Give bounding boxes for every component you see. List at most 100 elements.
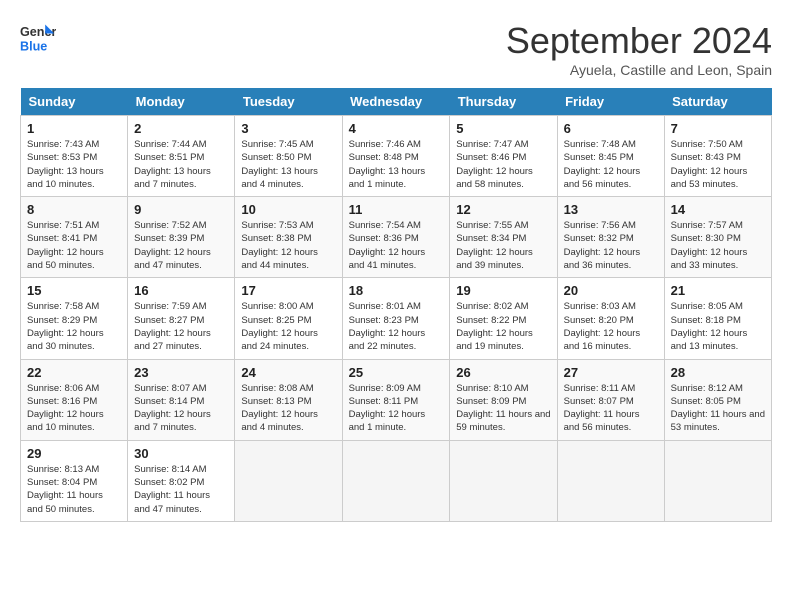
calendar-cell: 18 Sunrise: 8:01 AM Sunset: 8:23 PM Dayl…: [342, 278, 450, 359]
day-number: 5: [456, 121, 550, 136]
calendar-cell: 20 Sunrise: 8:03 AM Sunset: 8:20 PM Dayl…: [557, 278, 664, 359]
day-info: Sunrise: 8:02 AM Sunset: 8:22 PM Dayligh…: [456, 300, 550, 353]
day-number: 1: [27, 121, 121, 136]
day-number: 7: [671, 121, 765, 136]
day-info: Sunrise: 7:56 AM Sunset: 8:32 PM Dayligh…: [564, 219, 658, 272]
calendar-cell: 14 Sunrise: 7:57 AM Sunset: 8:30 PM Dayl…: [664, 197, 771, 278]
day-info: Sunrise: 8:10 AM Sunset: 8:09 PM Dayligh…: [456, 382, 550, 435]
day-number: 30: [134, 446, 228, 461]
page-header: General Blue September 2024 Ayuela, Cast…: [20, 20, 772, 78]
calendar-table: SundayMondayTuesdayWednesdayThursdayFrid…: [20, 88, 772, 522]
calendar-cell: [235, 440, 342, 521]
calendar-cell: 2 Sunrise: 7:44 AM Sunset: 8:51 PM Dayli…: [128, 116, 235, 197]
day-number: 14: [671, 202, 765, 217]
day-info: Sunrise: 7:51 AM Sunset: 8:41 PM Dayligh…: [27, 219, 121, 272]
day-info: Sunrise: 8:00 AM Sunset: 8:25 PM Dayligh…: [241, 300, 335, 353]
day-number: 3: [241, 121, 335, 136]
day-info: Sunrise: 8:09 AM Sunset: 8:11 PM Dayligh…: [349, 382, 444, 435]
day-info: Sunrise: 8:12 AM Sunset: 8:05 PM Dayligh…: [671, 382, 765, 435]
weekday-header-tuesday: Tuesday: [235, 88, 342, 116]
calendar-cell: 15 Sunrise: 7:58 AM Sunset: 8:29 PM Dayl…: [21, 278, 128, 359]
calendar-cell: 26 Sunrise: 8:10 AM Sunset: 8:09 PM Dayl…: [450, 359, 557, 440]
day-info: Sunrise: 8:07 AM Sunset: 8:14 PM Dayligh…: [134, 382, 228, 435]
calendar-cell: 25 Sunrise: 8:09 AM Sunset: 8:11 PM Dayl…: [342, 359, 450, 440]
day-info: Sunrise: 7:47 AM Sunset: 8:46 PM Dayligh…: [456, 138, 550, 191]
day-info: Sunrise: 8:14 AM Sunset: 8:02 PM Dayligh…: [134, 463, 228, 516]
day-number: 4: [349, 121, 444, 136]
day-number: 12: [456, 202, 550, 217]
calendar-cell: 27 Sunrise: 8:11 AM Sunset: 8:07 PM Dayl…: [557, 359, 664, 440]
calendar-cell: 24 Sunrise: 8:08 AM Sunset: 8:13 PM Dayl…: [235, 359, 342, 440]
calendar-cell: 7 Sunrise: 7:50 AM Sunset: 8:43 PM Dayli…: [664, 116, 771, 197]
calendar-cell: 6 Sunrise: 7:48 AM Sunset: 8:45 PM Dayli…: [557, 116, 664, 197]
day-info: Sunrise: 7:48 AM Sunset: 8:45 PM Dayligh…: [564, 138, 658, 191]
calendar-cell: [557, 440, 664, 521]
day-number: 19: [456, 283, 550, 298]
calendar-week-2: 8 Sunrise: 7:51 AM Sunset: 8:41 PM Dayli…: [21, 197, 772, 278]
calendar-cell: 5 Sunrise: 7:47 AM Sunset: 8:46 PM Dayli…: [450, 116, 557, 197]
day-number: 15: [27, 283, 121, 298]
calendar-cell: 8 Sunrise: 7:51 AM Sunset: 8:41 PM Dayli…: [21, 197, 128, 278]
day-info: Sunrise: 8:11 AM Sunset: 8:07 PM Dayligh…: [564, 382, 658, 435]
calendar-cell: 1 Sunrise: 7:43 AM Sunset: 8:53 PM Dayli…: [21, 116, 128, 197]
calendar-week-4: 22 Sunrise: 8:06 AM Sunset: 8:16 PM Dayl…: [21, 359, 772, 440]
day-number: 23: [134, 365, 228, 380]
day-number: 24: [241, 365, 335, 380]
day-number: 28: [671, 365, 765, 380]
calendar-cell: 4 Sunrise: 7:46 AM Sunset: 8:48 PM Dayli…: [342, 116, 450, 197]
calendar-cell: 29 Sunrise: 8:13 AM Sunset: 8:04 PM Dayl…: [21, 440, 128, 521]
day-info: Sunrise: 7:55 AM Sunset: 8:34 PM Dayligh…: [456, 219, 550, 272]
day-number: 8: [27, 202, 121, 217]
day-info: Sunrise: 7:59 AM Sunset: 8:27 PM Dayligh…: [134, 300, 228, 353]
day-number: 25: [349, 365, 444, 380]
day-number: 21: [671, 283, 765, 298]
weekday-header-friday: Friday: [557, 88, 664, 116]
day-info: Sunrise: 8:05 AM Sunset: 8:18 PM Dayligh…: [671, 300, 765, 353]
day-info: Sunrise: 8:13 AM Sunset: 8:04 PM Dayligh…: [27, 463, 121, 516]
weekday-header-wednesday: Wednesday: [342, 88, 450, 116]
calendar-cell: 12 Sunrise: 7:55 AM Sunset: 8:34 PM Dayl…: [450, 197, 557, 278]
calendar-cell: [342, 440, 450, 521]
day-number: 17: [241, 283, 335, 298]
day-number: 6: [564, 121, 658, 136]
weekday-header-thursday: Thursday: [450, 88, 557, 116]
day-info: Sunrise: 8:08 AM Sunset: 8:13 PM Dayligh…: [241, 382, 335, 435]
day-number: 18: [349, 283, 444, 298]
calendar-cell: [664, 440, 771, 521]
calendar-cell: 28 Sunrise: 8:12 AM Sunset: 8:05 PM Dayl…: [664, 359, 771, 440]
day-number: 2: [134, 121, 228, 136]
day-info: Sunrise: 8:03 AM Sunset: 8:20 PM Dayligh…: [564, 300, 658, 353]
day-number: 29: [27, 446, 121, 461]
weekday-header-row: SundayMondayTuesdayWednesdayThursdayFrid…: [21, 88, 772, 116]
calendar-week-3: 15 Sunrise: 7:58 AM Sunset: 8:29 PM Dayl…: [21, 278, 772, 359]
day-info: Sunrise: 7:52 AM Sunset: 8:39 PM Dayligh…: [134, 219, 228, 272]
day-info: Sunrise: 7:44 AM Sunset: 8:51 PM Dayligh…: [134, 138, 228, 191]
day-info: Sunrise: 7:58 AM Sunset: 8:29 PM Dayligh…: [27, 300, 121, 353]
svg-text:Blue: Blue: [20, 40, 47, 54]
calendar-cell: 21 Sunrise: 8:05 AM Sunset: 8:18 PM Dayl…: [664, 278, 771, 359]
calendar-cell: 13 Sunrise: 7:56 AM Sunset: 8:32 PM Dayl…: [557, 197, 664, 278]
weekday-header-monday: Monday: [128, 88, 235, 116]
logo: General Blue: [20, 20, 60, 56]
day-info: Sunrise: 7:54 AM Sunset: 8:36 PM Dayligh…: [349, 219, 444, 272]
calendar-cell: 17 Sunrise: 8:00 AM Sunset: 8:25 PM Dayl…: [235, 278, 342, 359]
day-info: Sunrise: 7:45 AM Sunset: 8:50 PM Dayligh…: [241, 138, 335, 191]
calendar-cell: 9 Sunrise: 7:52 AM Sunset: 8:39 PM Dayli…: [128, 197, 235, 278]
day-number: 13: [564, 202, 658, 217]
calendar-week-1: 1 Sunrise: 7:43 AM Sunset: 8:53 PM Dayli…: [21, 116, 772, 197]
day-number: 22: [27, 365, 121, 380]
calendar-cell: 3 Sunrise: 7:45 AM Sunset: 8:50 PM Dayli…: [235, 116, 342, 197]
day-number: 9: [134, 202, 228, 217]
location: Ayuela, Castille and Leon, Spain: [506, 62, 772, 78]
day-number: 27: [564, 365, 658, 380]
day-number: 11: [349, 202, 444, 217]
day-info: Sunrise: 7:50 AM Sunset: 8:43 PM Dayligh…: [671, 138, 765, 191]
calendar-cell: 19 Sunrise: 8:02 AM Sunset: 8:22 PM Dayl…: [450, 278, 557, 359]
day-info: Sunrise: 7:57 AM Sunset: 8:30 PM Dayligh…: [671, 219, 765, 272]
calendar-cell: 22 Sunrise: 8:06 AM Sunset: 8:16 PM Dayl…: [21, 359, 128, 440]
calendar-cell: 11 Sunrise: 7:54 AM Sunset: 8:36 PM Dayl…: [342, 197, 450, 278]
day-number: 10: [241, 202, 335, 217]
day-info: Sunrise: 7:53 AM Sunset: 8:38 PM Dayligh…: [241, 219, 335, 272]
title-section: September 2024 Ayuela, Castille and Leon…: [506, 20, 772, 78]
day-number: 20: [564, 283, 658, 298]
